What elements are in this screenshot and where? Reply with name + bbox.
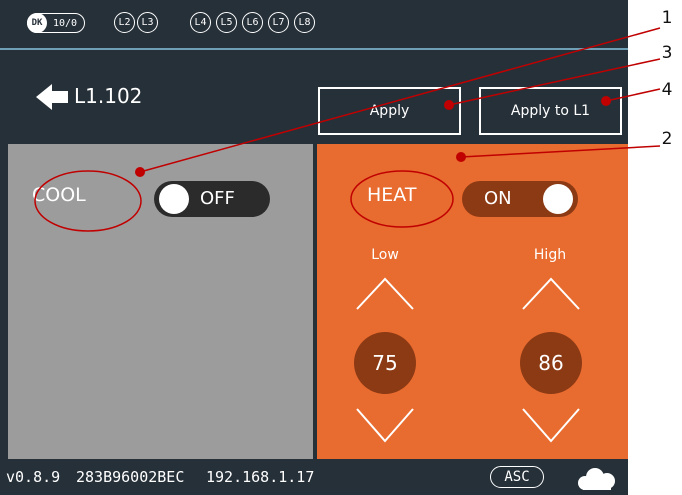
callout-dot-4 (601, 96, 611, 106)
callout-line-4 (605, 88, 661, 102)
callout-dot-1 (135, 167, 145, 177)
annotation-overlay (34, 27, 661, 232)
callout-line-2 (460, 145, 661, 158)
callout-number-4: 4 (661, 80, 673, 100)
callout-dot-3 (444, 100, 454, 110)
callout-number-3: 3 (661, 43, 673, 63)
heat-highlight-ellipse (350, 170, 454, 228)
cool-highlight-ellipse (34, 170, 142, 232)
callout-line-3 (448, 58, 661, 106)
callout-number-2: 2 (661, 129, 673, 149)
callout-number-1: 1 (661, 8, 673, 28)
callout-dot-2 (456, 152, 466, 162)
